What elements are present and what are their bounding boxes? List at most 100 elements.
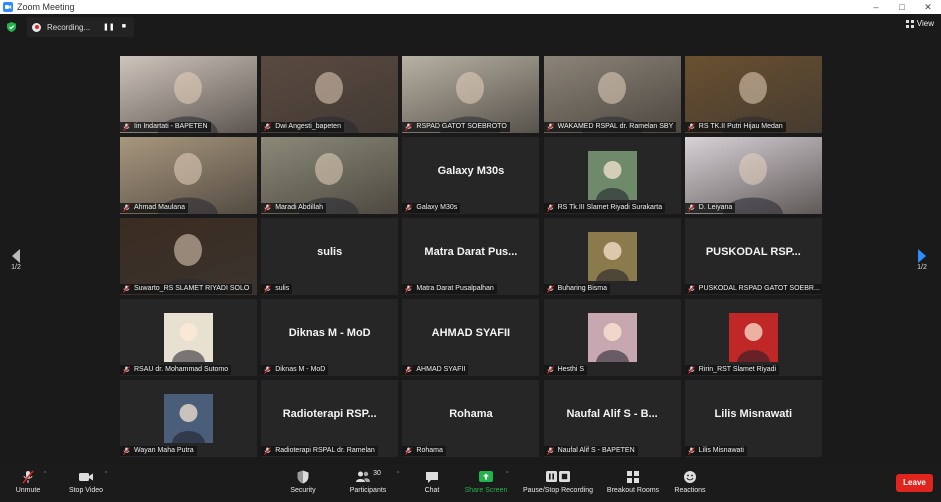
unmute-button[interactable]: Unmute (12, 470, 44, 494)
muted-mic-icon (687, 366, 695, 374)
participants-options-caret-icon[interactable]: ˆ (397, 472, 399, 479)
chat-bubble-icon (426, 472, 438, 483)
muted-mic-icon (546, 204, 554, 212)
share-screen-button[interactable]: Share Screen (463, 470, 509, 494)
view-label: View (916, 19, 934, 28)
stop-video-button[interactable]: Stop Video (64, 470, 108, 494)
breakout-rooms-button[interactable]: Breakout Rooms (604, 470, 662, 494)
prev-page-button[interactable]: 1/2 (8, 248, 24, 271)
participant-tile[interactable]: RSPAD GATOT SOEBROTO (402, 56, 540, 133)
participant-name: Ahmad Maulana (134, 204, 185, 211)
participants-icon (356, 471, 371, 482)
participant-tile[interactable]: Matra Darat Pus... Matra Darat Pusalpalha… (402, 218, 540, 295)
participant-name: Naufal Alif S - BAPETEN (557, 447, 635, 454)
smiley-icon (684, 471, 696, 483)
muted-mic-icon (405, 123, 413, 131)
participant-tile[interactable]: Suwarto_RS SLAMET RIYADI SOLO (120, 218, 257, 295)
participant-tile[interactable]: WAKAMED RSPAL dr. Ramelan SBY (543, 56, 681, 133)
participant-tile[interactable]: Galaxy M30s Galaxy M30s (402, 137, 540, 214)
participant-tile[interactable]: sulis sulis (261, 218, 399, 295)
participant-tile[interactable]: Radioterapi RSP... Radioterapi RSPAL dr. … (261, 380, 399, 457)
muted-mic-icon (546, 447, 554, 455)
close-button[interactable]: ✕ (915, 0, 941, 14)
participant-tile[interactable]: Ahmad Maulana (120, 137, 257, 214)
participant-name: Galaxy M30s (416, 204, 458, 211)
muted-mic-icon (687, 447, 695, 455)
muted-mic-icon (405, 447, 413, 455)
next-page-button[interactable]: 1/2 (914, 248, 930, 271)
participant-tile[interactable]: Ririn_RST Slamet Riyadi (684, 299, 822, 376)
participant-name: Ririn_RST Slamet Riyadi (698, 366, 777, 373)
share-screen-icon (479, 471, 493, 482)
participant-name-label: Naufal Alif S - BAPETEN (543, 446, 638, 456)
participant-tile[interactable]: Diknas M - MoD Diknas M - MoD (261, 299, 399, 376)
title-bar: Zoom Meeting – □ ✕ (0, 0, 941, 14)
pause-stop-recording-button[interactable]: Pause/Stop Recording (520, 470, 596, 494)
participant-name-label: Ririn_RST Slamet Riyadi (684, 365, 780, 375)
participant-name-label: WAKAMED RSPAL dr. Ramelan SBY (543, 122, 677, 132)
security-button[interactable]: Security (285, 470, 321, 494)
participant-name: Iin Indartati - BAPETEN (134, 123, 208, 130)
participant-name-label: PUSKODAL RSPAD GATOT SOEBR... (684, 284, 822, 294)
participant-display-name: Diknas M - MoD (288, 327, 371, 339)
participant-tile[interactable]: RSAU dr. Mohammad Sutomo (120, 299, 257, 376)
stop-recording-icon[interactable]: ■ (122, 23, 126, 31)
participant-tile[interactable]: PUSKODAL RSP... PUSKODAL RSPAD GATOT SOEB… (684, 218, 822, 295)
prev-page-label: 1/2 (11, 264, 21, 271)
participant-name: Matra Darat Pusalpalhan (416, 285, 494, 292)
participant-name-label: Wayan Maha Putra (120, 446, 197, 456)
participant-name: WAKAMED RSPAL dr. Ramelan SBY (557, 123, 674, 130)
participant-tile[interactable]: RS Tk.III Slamet Riyadi Surakarta (543, 137, 681, 214)
participant-tile[interactable]: Naufal Alif S - B... Naufal Alif S - BAPE… (543, 380, 681, 457)
participant-tile[interactable]: D. Leiyana (684, 137, 822, 214)
participant-name-label: Dwi Angesti_bapeten (261, 122, 344, 132)
muted-mic-icon (123, 447, 130, 455)
leave-button[interactable]: Leave (896, 474, 933, 492)
video-camera-icon (79, 473, 93, 481)
participant-name-label: D. Leiyana (684, 203, 736, 213)
participant-tile[interactable]: Iin Indartati - BAPETEN (120, 56, 257, 133)
participant-name-label: Matra Darat Pusalpalhan (402, 284, 497, 294)
participant-name: Dwi Angesti_bapeten (275, 123, 341, 130)
video-options-caret-icon[interactable]: ˆ (105, 472, 107, 479)
participant-display-name: PUSKODAL RSP... (705, 246, 801, 258)
pause-recording-label: Pause/Stop Recording (522, 487, 594, 494)
share-options-caret-icon[interactable]: ˆ (506, 472, 508, 479)
reactions-button[interactable]: Reactions (671, 470, 709, 494)
participant-display-name: Naufal Alif S - B... (566, 408, 658, 420)
participant-name-label: RSAU dr. Mohammad Sutomo (120, 365, 232, 375)
pause-recording-icon[interactable]: ❚❚ (103, 23, 115, 31)
participant-tile[interactable]: Rohama Rohama (402, 380, 540, 457)
participant-name: Wayan Maha Putra (134, 447, 194, 454)
participant-name: RS TK.II Putri Hijau Medan (698, 123, 783, 130)
participant-name-label: RSPAD GATOT SOEBROTO (402, 122, 510, 132)
participant-tile[interactable]: Buharing Bisma (543, 218, 681, 295)
muted-mic-icon (405, 366, 413, 374)
chevron-left-icon (12, 249, 20, 263)
muted-mic-icon (405, 204, 413, 212)
participant-tile[interactable]: Maradi Abdillah (261, 137, 399, 214)
participant-display-name: Radioterapi RSP... (282, 408, 377, 420)
participants-count: 30 (373, 470, 381, 477)
participant-tile[interactable]: Lilis Misnawati Lilis Misnawati (684, 380, 822, 457)
participant-name: RS Tk.III Slamet Riyadi Surakarta (557, 204, 663, 211)
participant-name: Lilis Misnawati (698, 447, 744, 454)
maximize-button[interactable]: □ (889, 0, 915, 14)
participant-tile[interactable]: RS TK.II Putri Hijau Medan (684, 56, 822, 133)
participant-name-label: Iin Indartati - BAPETEN (120, 122, 211, 132)
audio-options-caret-icon[interactable]: ˆ (44, 472, 46, 479)
minimize-button[interactable]: – (863, 0, 889, 14)
participant-tile[interactable]: Dwi Angesti_bapeten (261, 56, 399, 133)
profile-picture (728, 313, 778, 362)
participant-tile[interactable]: Hesthi S (543, 299, 681, 376)
participants-button[interactable]: 30 Participants (346, 470, 390, 494)
muted-mic-icon (123, 123, 130, 131)
chat-button[interactable]: Chat (418, 470, 446, 494)
muted-mic-icon (687, 204, 695, 212)
encryption-shield-icon[interactable] (7, 22, 16, 32)
participant-name: Buharing Bisma (557, 285, 608, 292)
participant-tile[interactable]: Wayan Maha Putra (120, 380, 257, 457)
view-button[interactable]: View (905, 19, 934, 28)
recording-label: Recording... (47, 22, 91, 32)
participant-tile[interactable]: AHMAD SYAFII AHMAD SYAFII (402, 299, 540, 376)
